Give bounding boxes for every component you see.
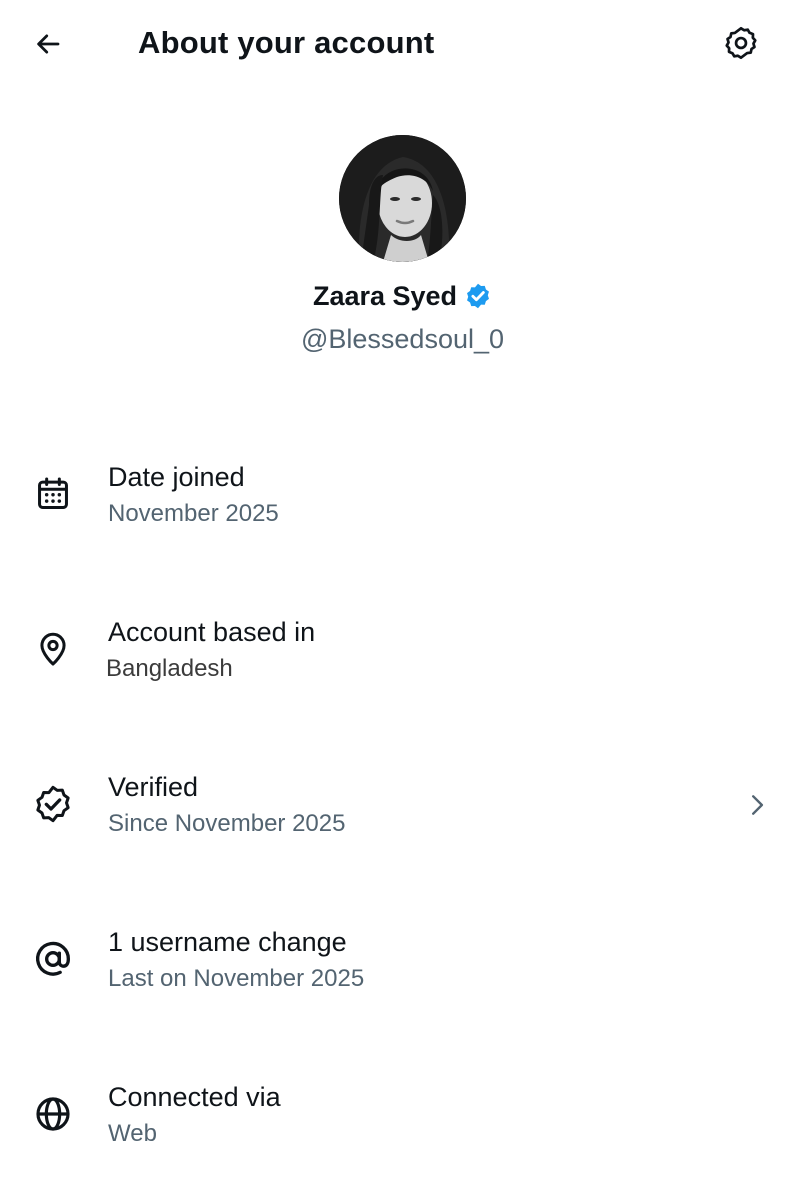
username-change-label: 1 username change — [108, 927, 347, 957]
at-sign-icon — [30, 936, 76, 982]
avatar[interactable] — [339, 135, 466, 262]
page-title: About your account — [138, 25, 435, 60]
display-name: Zaara Syed — [312, 281, 458, 311]
gear-icon — [725, 26, 757, 60]
back-button[interactable] — [26, 22, 70, 66]
settings-button[interactable] — [718, 20, 764, 66]
account-based-in-value: Bangladesh — [106, 655, 233, 682]
username-change-row: 1 username change Last on November 2025 — [0, 920, 805, 1020]
globe-icon — [30, 1091, 76, 1137]
verified-label: Verified — [108, 772, 199, 802]
username-handle: @Blessedsoul_0 — [300, 324, 505, 354]
profile-photo — [339, 135, 466, 262]
calendar-icon — [30, 471, 76, 517]
verified-row[interactable]: Verified Since November 2025 — [0, 765, 805, 865]
location-pin-icon — [30, 626, 76, 672]
top-bar: About your account — [0, 0, 805, 88]
username-change-value: Last on November 2025 — [108, 965, 365, 992]
connected-via-value: Web — [108, 1120, 157, 1147]
date-joined-value: November 2025 — [108, 500, 279, 527]
date-joined-label: Date joined — [108, 462, 245, 492]
name-row: Zaara Syed — [0, 276, 805, 316]
connected-via-label: Connected via — [108, 1082, 281, 1112]
date-joined-row: Date joined November 2025 — [0, 455, 805, 555]
verified-badge-icon — [464, 282, 492, 310]
verified-value: Since November 2025 — [108, 810, 346, 837]
account-based-in-row: Account based in Bangladesh — [0, 610, 805, 710]
verified-check-icon — [30, 781, 76, 827]
arrow-left-icon — [37, 34, 60, 54]
chevron-right-icon — [741, 789, 773, 821]
connected-via-row: Connected via Web — [0, 1075, 805, 1175]
account-based-in-label: Account based in — [108, 617, 316, 647]
